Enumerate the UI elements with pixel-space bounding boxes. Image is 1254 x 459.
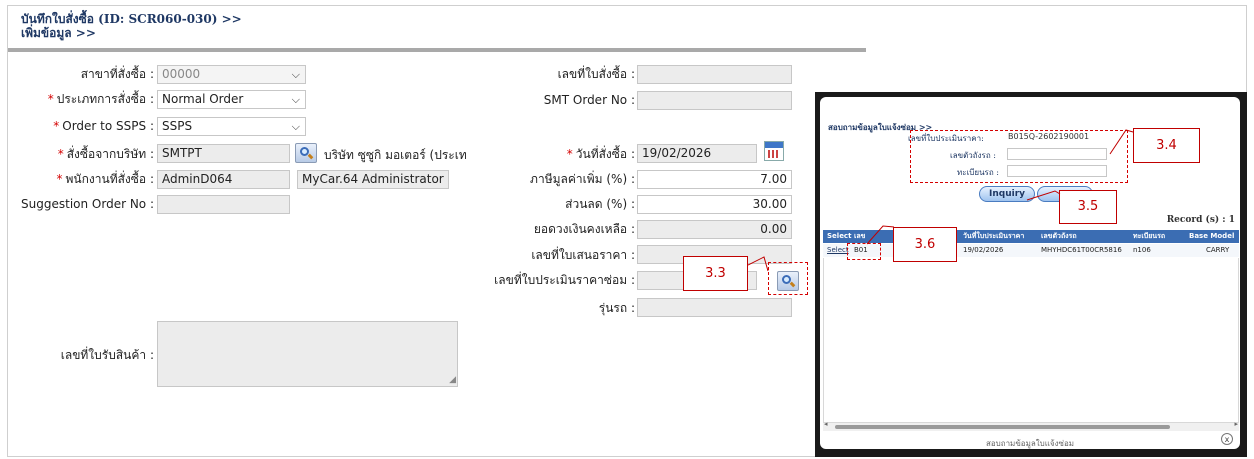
vat-label: ภาษีมูลค่าเพิ่ม (%) : bbox=[530, 172, 635, 186]
smt-order-field bbox=[637, 91, 792, 110]
scrollbar-thumb[interactable] bbox=[835, 425, 1170, 429]
smt-order-label: SMT Order No : bbox=[543, 93, 635, 107]
model-field bbox=[637, 298, 792, 317]
page-title: บันทึกใบสั่งซื้อ (ID: SCR060-030) >> เพิ… bbox=[21, 12, 242, 40]
page-title-line1: บันทึกใบสั่งซื้อ (ID: SCR060-030) >> bbox=[21, 12, 242, 26]
title-divider bbox=[8, 48, 866, 52]
order-type-select[interactable]: Normal Order ⌵ bbox=[157, 90, 306, 109]
record-count: Record (s) : 1 bbox=[1166, 215, 1235, 225]
employee-name-field: MyCar.64 Administrator bbox=[297, 170, 449, 189]
modal-footer: สอบถามข้อมูลใบแจ้งซ่อม bbox=[985, 439, 1075, 448]
col-est-date: วันที่ใบประเมินราคา bbox=[963, 232, 1025, 240]
callout-3-5: 3.5 bbox=[1059, 190, 1117, 224]
order-to-label: * Order to SSPS : bbox=[53, 119, 154, 133]
order-type-label: * ประเภทการสั่งซื้อ : bbox=[47, 92, 154, 106]
page-title-line2: เพิ่มข้อมูล >> bbox=[21, 26, 96, 40]
company-search-button[interactable] bbox=[295, 143, 317, 163]
calendar-icon[interactable] bbox=[764, 141, 784, 161]
col-chassis: เลขตัวถังรถ bbox=[1041, 232, 1077, 240]
col-select: Select bbox=[827, 232, 852, 240]
company-label: * สั่งซื้อจากบริษัท : bbox=[57, 147, 154, 161]
scroll-left-icon[interactable]: ◂ bbox=[824, 420, 828, 428]
highlight-box-3-4 bbox=[910, 130, 1128, 183]
branch-value: 00000 bbox=[162, 67, 201, 81]
vat-field[interactable]: 7.00 bbox=[637, 170, 792, 189]
receipt-textarea[interactable]: ◢ bbox=[157, 321, 458, 387]
horizontal-scrollbar[interactable]: ◂ ▸ bbox=[823, 420, 1239, 431]
callout-3-4: 3.4 bbox=[1133, 128, 1200, 163]
po-no-label: เลขที่ใบสั่งซื้อ : bbox=[557, 67, 635, 81]
callout-3-5-connector bbox=[1026, 190, 1061, 201]
quote-label: เลขที่ใบเสนอราคา : bbox=[531, 248, 635, 262]
balance-label: ยอดวงเงินคงเหลือ : bbox=[533, 222, 635, 236]
branch-label: สาขาที่สั่งซื้อ : bbox=[80, 67, 154, 81]
callout-3-6: 3.6 bbox=[893, 227, 957, 262]
row-base-model: CARRY bbox=[1206, 246, 1230, 254]
model-label: รุ่นรถ : bbox=[598, 301, 635, 315]
company-code-field[interactable]: SMTPT bbox=[157, 144, 290, 163]
order-date-label: * วันที่สั่งซื้อ : bbox=[566, 147, 635, 161]
highlight-box-3-3 bbox=[768, 262, 808, 295]
callout-3-6-connector bbox=[866, 225, 895, 245]
balance-field: 0.00 bbox=[637, 220, 792, 239]
row-plate: n106 bbox=[1133, 246, 1151, 254]
col-est-no: เลข bbox=[854, 232, 866, 240]
results-list-area bbox=[823, 258, 1239, 423]
repair-estimate-label: เลขที่ใบประเมินราคาซ่อม : bbox=[494, 273, 635, 287]
scroll-right-icon[interactable]: ▸ bbox=[1234, 420, 1238, 428]
po-no-field bbox=[637, 65, 792, 84]
employee-label: * พนักงานที่สั่งซื้อ : bbox=[56, 172, 154, 186]
chevron-down-icon: ⌵ bbox=[291, 120, 300, 133]
chevron-down-icon: ⌵ bbox=[291, 68, 300, 81]
branch-select[interactable]: 00000 ⌵ bbox=[157, 65, 306, 84]
order-to-select[interactable]: SSPS ⌵ bbox=[157, 117, 306, 136]
close-icon[interactable]: x bbox=[1221, 433, 1233, 445]
resize-grip-icon: ◢ bbox=[449, 375, 456, 385]
callout-3-4-connector bbox=[1109, 129, 1134, 155]
row-chassis: MHYHDC61T00CR5816 bbox=[1041, 246, 1122, 254]
suggestion-field[interactable] bbox=[157, 195, 290, 214]
order-to-value: SSPS bbox=[162, 119, 193, 133]
col-base-model: Base Model bbox=[1189, 232, 1235, 240]
company-name: บริษัท ซูซูกิ มอเตอร์ (ประเท bbox=[324, 148, 467, 162]
suggestion-label: Suggestion Order No : bbox=[21, 197, 154, 211]
repair-inquiry-modal: สอบถามข้อมูลใบแจ้งซ่อม >> เลขที่ใบประเมิ… bbox=[815, 92, 1247, 457]
employee-code-field[interactable]: AdminD064 bbox=[157, 170, 290, 189]
order-date-field[interactable]: 19/02/2026 bbox=[637, 144, 757, 163]
discount-field[interactable]: 30.00 bbox=[637, 195, 792, 214]
callout-3-3: 3.3 bbox=[683, 256, 748, 291]
chevron-down-icon: ⌵ bbox=[291, 93, 300, 106]
discount-label: ส่วนลด (%) : bbox=[565, 197, 635, 211]
row-select-link[interactable]: Select bbox=[827, 244, 849, 257]
modal-body: สอบถามข้อมูลใบแจ้งซ่อม >> เลขที่ใบประเมิ… bbox=[820, 97, 1240, 449]
receipt-label: เลขที่ใบรับสินค้า : bbox=[60, 348, 154, 362]
callout-3-3-connector bbox=[748, 256, 769, 272]
row-est-date: 19/02/2026 bbox=[963, 246, 1004, 254]
order-type-value: Normal Order bbox=[162, 92, 244, 106]
col-plate: ทะเบียนรถ bbox=[1133, 232, 1166, 240]
